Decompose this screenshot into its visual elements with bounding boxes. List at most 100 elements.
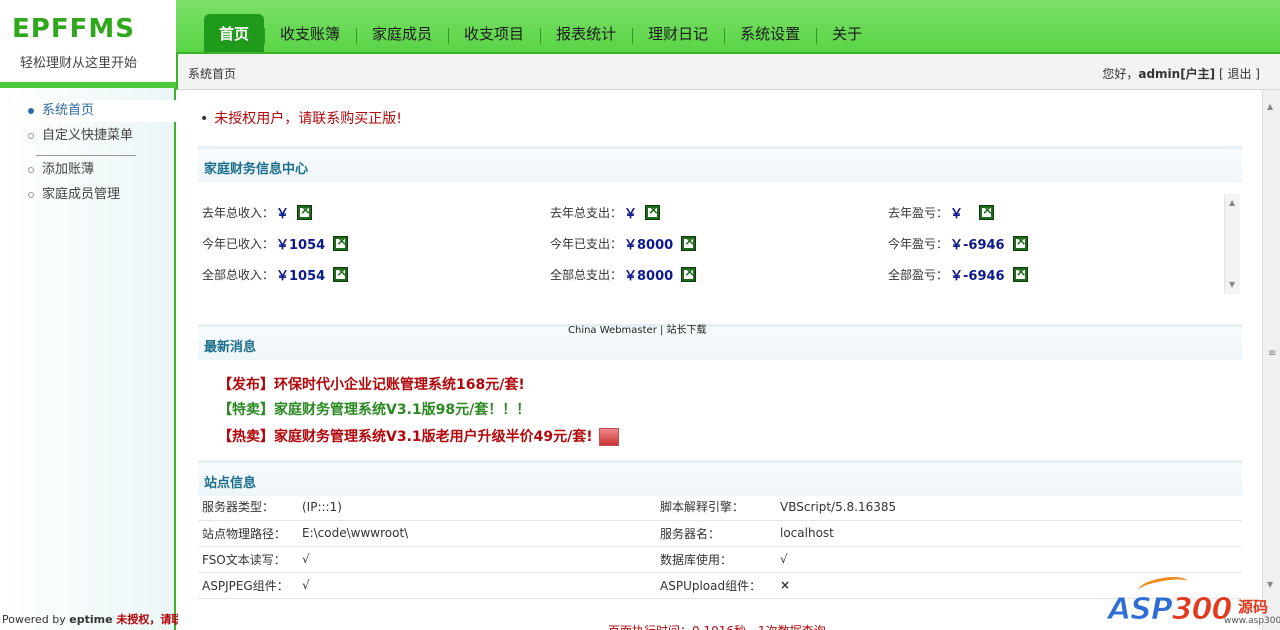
powered-author[interactable]: eptime — [69, 613, 112, 626]
site-value: localhost — [776, 520, 1242, 547]
sidebar-item-add-ledger[interactable]: 添加账薄 — [12, 159, 176, 181]
site-value: (IP:::1) — [298, 494, 656, 521]
table-row: 服务器类型： (IP:::1) 脚本解释引擎： VBScript/5.8.163… — [198, 494, 1242, 521]
site-info-table: 服务器类型： (IP:::1) 脚本解释引擎： VBScript/5.8.163… — [198, 494, 1242, 599]
excel-export-icon[interactable] — [333, 265, 349, 282]
site-section-header: 站点信息 — [198, 460, 1242, 496]
sidebar-item-label: 家庭成员管理 — [42, 187, 121, 202]
excel-export-icon[interactable] — [645, 203, 661, 220]
fin-this-year-income: 今年已收入： ￥1054 — [202, 233, 349, 253]
nav-ledger[interactable]: 收支账簿 — [264, 14, 356, 52]
scroll-grip-icon[interactable]: ≡ — [1268, 348, 1276, 359]
sidebar-item-label: 系统首页 — [42, 103, 95, 118]
logo-area: EPFFMS 轻松理财从这里开始 — [0, 0, 176, 88]
main-scrollbar[interactable]: ▲ ≡ ▼ — [1262, 90, 1280, 630]
site-label: 站点物理路径： — [198, 520, 298, 547]
main-content: • 未授权用户，请联系购买正版! 家庭财务信息中心 去年总收入：￥ 去年总支出：￥… — [178, 90, 1262, 630]
logout-link[interactable]: [ 退出 ] — [1219, 67, 1260, 81]
site-value: VBScript/5.8.16385 — [776, 494, 1242, 521]
news-section-title: 最新消息 — [204, 340, 257, 355]
fin-this-year-expense: 今年已支出： ￥8000 — [550, 233, 697, 253]
nav-home[interactable]: 首页 — [204, 14, 265, 52]
breadcrumb: 系统首页 — [188, 67, 237, 81]
nav-items[interactable]: 收支项目 — [448, 14, 540, 52]
news-item[interactable]: 【特卖】家庭财务管理系统V3.1版98元/套！！！ — [218, 399, 530, 419]
sidebar-item-label: 添加账薄 — [42, 162, 95, 177]
nav-members[interactable]: 家庭成员 — [356, 14, 448, 52]
site-label: 服务器名： — [656, 520, 776, 547]
finance-panel: 去年总收入：￥ 去年总支出：￥ 去年盈亏：￥ 今年已收入：￥1054 今年已支出… — [198, 194, 1228, 294]
nav-about[interactable]: 关于 — [816, 14, 878, 52]
table-row: ASPJPEG组件： √ ASPUpload组件： × — [198, 572, 1242, 599]
excel-export-icon[interactable] — [297, 203, 313, 220]
site-label: 服务器类型： — [198, 494, 298, 521]
watermark-text: China Webmaster | 站长下载 — [568, 325, 707, 336]
scroll-down-icon[interactable]: ▼ — [1229, 280, 1235, 289]
bullet-icon — [28, 133, 34, 139]
site-value: E:\code\wwwroot\ — [298, 520, 656, 547]
slogan: 轻松理财从这里开始 — [20, 56, 138, 71]
main-nav: 首页 收支账簿 家庭成员 收支项目 报表统计 理财日记 系统设置 关于 — [204, 14, 878, 52]
greeting: 您好， — [1102, 67, 1139, 81]
fin-last-year-balance: 去年盈亏： ￥ — [888, 202, 995, 222]
check-icon: √ — [298, 572, 656, 599]
news-item[interactable]: 【发布】环保时代小企业记账管理系统168元/套! — [218, 374, 525, 394]
excel-export-icon[interactable] — [1012, 234, 1028, 251]
nav-reports[interactable]: 报表统计 — [540, 14, 632, 52]
notice-text: 未授权用户，请联系购买正版! — [214, 111, 402, 127]
news-item[interactable]: 【热卖】家庭财务管理系统V3.1版老用户升级半价49元/套! — [218, 426, 619, 446]
site-label: ASPUpload组件： — [656, 572, 776, 599]
sidebar-item-member-mgmt[interactable]: 家庭成员管理 — [12, 184, 176, 206]
license-notice: • 未授权用户，请联系购买正版! — [200, 108, 402, 128]
excel-export-icon[interactable] — [1012, 265, 1028, 282]
user-info: 您好，admin[户主] [ 退出 ] — [1102, 65, 1260, 82]
fin-total-income: 全部总收入： ￥1054 — [202, 264, 349, 284]
scroll-up-icon[interactable]: ▲ — [1229, 198, 1235, 207]
bullet-icon — [28, 167, 34, 173]
nav-diary[interactable]: 理财日记 — [632, 14, 724, 52]
asp300-url: www.asp300.com — [1224, 616, 1280, 626]
bullet-icon — [28, 108, 34, 114]
asp300-cn: 源码 — [1238, 598, 1269, 616]
table-row: FSO文本读写： √ 数据库使用： √ — [198, 546, 1242, 573]
brand-logo: EPFFMS — [12, 14, 135, 44]
header-bar: 首页 收支账簿 家庭成员 收支项目 报表统计 理财日记 系统设置 关于 — [0, 0, 1280, 52]
site-label: 脚本解释引擎： — [656, 494, 776, 521]
site-section-title: 站点信息 — [204, 476, 257, 491]
excel-export-icon[interactable] — [333, 234, 349, 251]
excel-export-icon[interactable] — [681, 234, 697, 251]
asp300-logo: ASP300 源码 www.asp300.com — [1108, 573, 1280, 630]
finance-scrollbar[interactable]: ▲ ▼ — [1224, 194, 1240, 294]
news-section-header: 最新消息 — [198, 324, 1242, 360]
sidebar-item-shortcut-menu[interactable]: 自定义快捷菜单 — [12, 125, 176, 147]
hot-image-icon — [598, 428, 619, 446]
finance-section-header: 家庭财务信息中心 — [198, 146, 1242, 182]
check-icon: √ — [776, 546, 1242, 573]
powered-text: Powered by — [2, 613, 70, 626]
finance-section-title: 家庭财务信息中心 — [204, 162, 309, 177]
fin-last-year-expense: 去年总支出： ￥ — [550, 202, 661, 222]
table-row: 站点物理路径： E:\code\wwwroot\ 服务器名： localhost — [198, 520, 1242, 547]
site-label: FSO文本读写： — [198, 546, 298, 573]
scroll-up-icon[interactable]: ▲ — [1267, 102, 1273, 111]
fin-last-year-income: 去年总收入： ￥ — [202, 202, 313, 222]
sidebar-divider — [36, 155, 136, 156]
asp300-wordmark: ASP300 — [1108, 592, 1233, 628]
exec-time: 页面执行时间：0.1016秒，1次数据查询 — [608, 622, 826, 630]
nav-settings[interactable]: 系统设置 — [724, 14, 816, 52]
username: admin[户主] — [1138, 67, 1216, 81]
site-label: 数据库使用： — [656, 546, 776, 573]
check-icon: √ — [298, 546, 656, 573]
bullet-icon — [28, 192, 34, 198]
fin-this-year-balance: 今年盈亏： ￥-6946 — [888, 233, 1028, 253]
sidebar-item-home[interactable]: 系统首页 — [12, 100, 176, 122]
site-label: ASPJPEG组件： — [198, 572, 298, 599]
fin-total-expense: 全部总支出： ￥8000 — [550, 264, 697, 284]
fin-total-balance: 全部盈亏： ￥-6946 — [888, 264, 1028, 284]
excel-export-icon[interactable] — [979, 203, 995, 220]
sidebar: 系统首页 自定义快捷菜单 添加账薄 家庭成员管理 — [0, 88, 176, 630]
notice-bullet: • — [200, 111, 209, 127]
breadcrumb-bar: 系统首页 您好，admin[户主] [ 退出 ] — [176, 52, 1280, 90]
sidebar-item-label: 自定义快捷菜单 — [42, 128, 134, 143]
excel-export-icon[interactable] — [681, 265, 697, 282]
